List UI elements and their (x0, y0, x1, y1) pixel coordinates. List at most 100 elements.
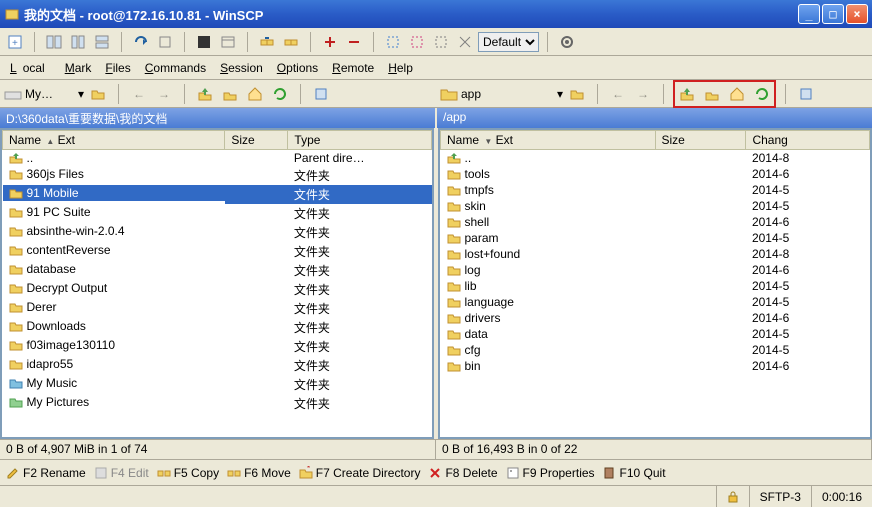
toolbar-icon[interactable] (382, 31, 404, 53)
toolbar-icon[interactable] (43, 31, 65, 53)
table-row[interactable]: contentReverse文件夹 (3, 242, 432, 261)
refresh-icon[interactable] (751, 83, 773, 105)
table-row[interactable]: shell2014-6 (441, 214, 870, 230)
menu-help[interactable]: Help (382, 59, 419, 77)
forward-icon[interactable]: → (153, 83, 175, 105)
folder-icon (9, 396, 23, 408)
f6-move-button[interactable]: F6 Move (227, 466, 291, 480)
table-row[interactable]: Decrypt Output文件夹 (3, 280, 432, 299)
table-row[interactable]: data2014-5 (441, 326, 870, 342)
app-icon (4, 6, 20, 22)
toolbar-icon[interactable] (154, 31, 176, 53)
file-name: lib (465, 279, 477, 293)
table-row[interactable]: tools2014-6 (441, 166, 870, 182)
menu-options[interactable]: Options (271, 59, 324, 77)
table-row[interactable]: ..2014-8 (441, 150, 870, 167)
table-row[interactable]: cfg2014-5 (441, 342, 870, 358)
local-drive-label[interactable]: My… (25, 87, 75, 101)
toolbar-icon[interactable] (406, 31, 428, 53)
menu-mark[interactable]: Mark (59, 59, 98, 77)
move-icon[interactable] (280, 31, 302, 53)
col-name[interactable]: Name ▲ Ext (3, 131, 225, 150)
synchronize-icon[interactable] (130, 31, 152, 53)
toolbar-icon[interactable] (217, 31, 239, 53)
col-type[interactable]: Type (288, 131, 432, 150)
folder-icon (447, 152, 461, 164)
col-size[interactable]: Size (225, 131, 288, 150)
table-row[interactable]: log2014-6 (441, 262, 870, 278)
f9-properties-button[interactable]: F9 Properties (506, 466, 595, 480)
table-row[interactable]: Downloads文件夹 (3, 318, 432, 337)
table-row[interactable]: absinthe-win-2.0.4文件夹 (3, 223, 432, 242)
new-session-icon[interactable]: + (4, 31, 26, 53)
toolbar-icon[interactable] (193, 31, 215, 53)
home-icon[interactable] (726, 83, 748, 105)
table-row[interactable]: database文件夹 (3, 261, 432, 280)
table-row[interactable]: lib2014-5 (441, 278, 870, 294)
table-row[interactable]: 91 PC Suite文件夹 (3, 204, 432, 223)
refresh-icon[interactable] (269, 83, 291, 105)
parent-dir-icon[interactable] (194, 83, 216, 105)
table-row[interactable]: tmpfs2014-5 (441, 182, 870, 198)
remote-dir-label[interactable]: app (461, 87, 511, 101)
dropdown-arrow-icon[interactable]: ▾ (78, 87, 84, 101)
f7-create-dir-button[interactable]: *F7 Create Directory (299, 466, 421, 480)
local-path[interactable]: D:\360data\重要数据\我的文档 (0, 108, 437, 128)
f2-rename-button[interactable]: F2 Rename (6, 466, 86, 480)
toolbar-icon[interactable] (454, 31, 476, 53)
toolbar-icon[interactable] (91, 31, 113, 53)
col-changed[interactable]: Chang (746, 131, 870, 150)
table-row[interactable]: skin2014-5 (441, 198, 870, 214)
f4-edit-button[interactable]: F4 Edit (94, 466, 149, 480)
add-icon[interactable] (319, 31, 341, 53)
menu-remote[interactable]: Remote (326, 59, 380, 77)
open-folder-icon[interactable] (566, 83, 588, 105)
remove-icon[interactable] (343, 31, 365, 53)
transfer-preset-dropdown[interactable]: Default (478, 32, 539, 52)
table-row[interactable]: drivers2014-6 (441, 310, 870, 326)
col-name[interactable]: Name ▼ Ext (441, 131, 656, 150)
table-row[interactable]: 91 Mobile文件夹 (3, 185, 432, 204)
maximize-button[interactable]: □ (822, 4, 844, 24)
col-size[interactable]: Size (655, 131, 746, 150)
remote-path[interactable]: /app (437, 108, 872, 128)
f8-delete-button[interactable]: F8 Delete (428, 466, 497, 480)
file-name: absinthe-win-2.0.4 (27, 224, 125, 238)
gear-icon[interactable] (556, 31, 578, 53)
forward-icon[interactable]: → (632, 83, 654, 105)
menu-session[interactable]: Session (214, 59, 269, 77)
back-icon[interactable]: ← (128, 83, 150, 105)
close-button[interactable]: × (846, 4, 868, 24)
table-row[interactable]: 360js Files文件夹 (3, 166, 432, 185)
back-icon[interactable]: ← (607, 83, 629, 105)
home-icon[interactable] (244, 83, 266, 105)
bookmark-icon[interactable] (310, 83, 332, 105)
parent-dir-icon[interactable] (676, 83, 698, 105)
table-row[interactable]: Derer文件夹 (3, 299, 432, 318)
table-row[interactable]: My Pictures文件夹 (3, 394, 432, 413)
copy-icon[interactable] (256, 31, 278, 53)
f10-quit-button[interactable]: F10 Quit (603, 466, 666, 480)
table-row[interactable]: idapro55文件夹 (3, 356, 432, 375)
open-folder-icon[interactable] (87, 83, 109, 105)
root-dir-icon[interactable] (701, 83, 723, 105)
file-name: Decrypt Output (27, 281, 108, 295)
dropdown-arrow-icon[interactable]: ▾ (557, 87, 563, 101)
table-row[interactable]: bin2014-6 (441, 358, 870, 374)
minimize-button[interactable]: _ (798, 4, 820, 24)
f5-copy-button[interactable]: F5 Copy (157, 466, 219, 480)
toolbar-icon[interactable] (430, 31, 452, 53)
table-row[interactable]: lost+found2014-8 (441, 246, 870, 262)
table-row[interactable]: f03image130110文件夹 (3, 337, 432, 356)
folder-icon (9, 244, 23, 256)
table-row[interactable]: My Music文件夹 (3, 375, 432, 394)
table-row[interactable]: param2014-5 (441, 230, 870, 246)
bookmark-icon[interactable] (795, 83, 817, 105)
table-row[interactable]: ..Parent dire… (3, 150, 432, 167)
menu-commands[interactable]: Commands (139, 59, 212, 77)
menu-files[interactable]: Files (99, 59, 136, 77)
toolbar-icon[interactable] (67, 31, 89, 53)
root-dir-icon[interactable] (219, 83, 241, 105)
menu-local[interactable]: Local (4, 59, 57, 77)
table-row[interactable]: language2014-5 (441, 294, 870, 310)
